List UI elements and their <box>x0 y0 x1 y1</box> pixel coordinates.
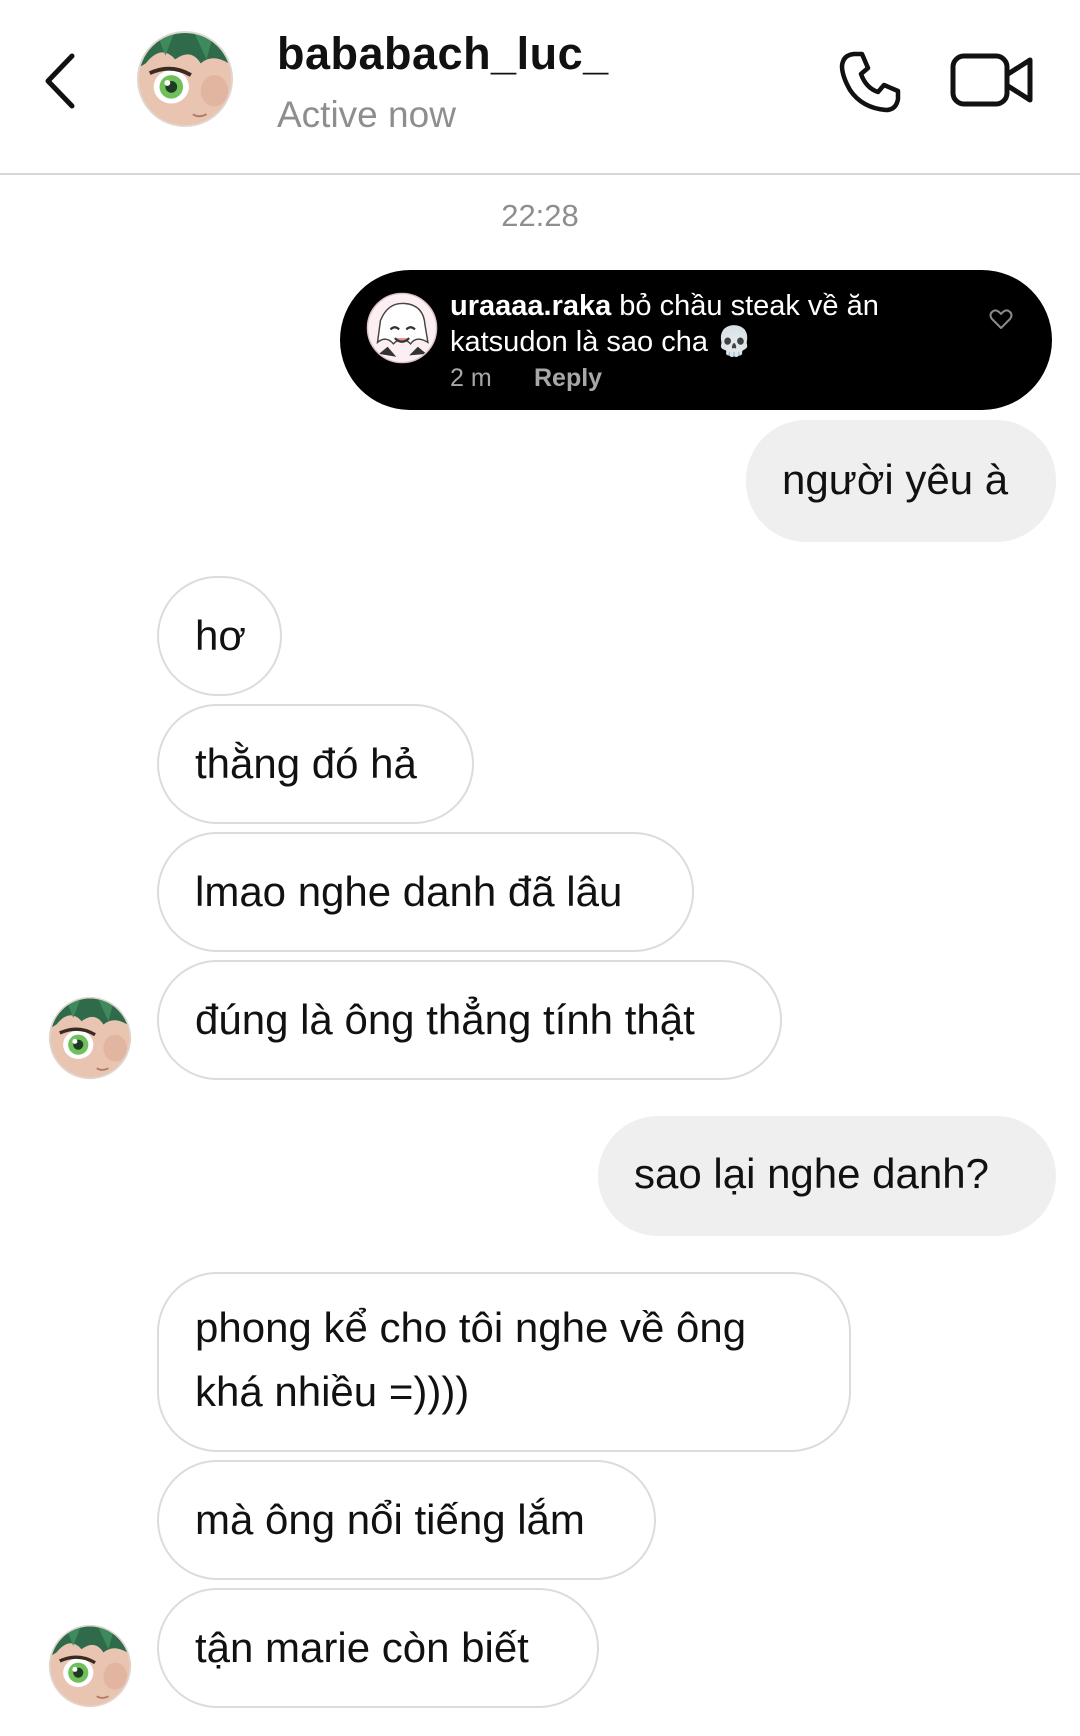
message-bubble-received[interactable]: thằng đó hả <box>157 704 474 824</box>
message-bubble-received[interactable]: tận marie còn biết <box>157 1588 599 1708</box>
thread-timestamp: 22:28 <box>501 198 579 233</box>
contact-avatar[interactable] <box>136 30 234 128</box>
story-reply-notification[interactable]: uraaaa.raka bỏ chầu steak về ăn katsudon… <box>340 270 1052 410</box>
story-author-avatar[interactable] <box>366 292 438 364</box>
call-button[interactable] <box>836 48 904 116</box>
contact-avatar-small[interactable] <box>48 1624 132 1708</box>
message-bubble-sent[interactable]: người yêu à <box>746 420 1056 542</box>
reply-button[interactable]: Reply <box>534 364 602 393</box>
video-camera-icon <box>950 53 1033 107</box>
notification-text: uraaaa.raka bỏ chầu steak về ăn katsudon… <box>450 288 950 360</box>
notification-username[interactable]: uraaaa.raka <box>450 290 611 322</box>
video-call-button[interactable] <box>950 50 1034 110</box>
message-bubble-received[interactable]: lmao nghe danh đã lâu <box>157 832 694 952</box>
active-status: Active now <box>277 94 456 135</box>
message-bubble-received[interactable]: hơ <box>157 576 282 696</box>
chat-header: bababach_luc_ Active now <box>0 0 1080 175</box>
contact-username[interactable]: bababach_luc_ <box>277 28 609 80</box>
heart-icon[interactable] <box>988 306 1014 332</box>
message-bubble-sent[interactable]: sao lại nghe danh? <box>598 1116 1056 1236</box>
chevron-left-icon <box>45 53 75 109</box>
back-button[interactable] <box>40 48 80 114</box>
notification-time: 2 m <box>450 364 492 392</box>
message-bubble-received[interactable]: mà ông nổi tiếng lắm <box>157 1460 656 1580</box>
phone-icon <box>839 51 901 113</box>
contact-avatar-small[interactable] <box>48 996 132 1080</box>
message-bubble-received[interactable]: phong kể cho tôi nghe về ông khá nhiều =… <box>157 1272 851 1452</box>
message-bubble-received[interactable]: đúng là ông thẳng tính thật <box>157 960 782 1080</box>
